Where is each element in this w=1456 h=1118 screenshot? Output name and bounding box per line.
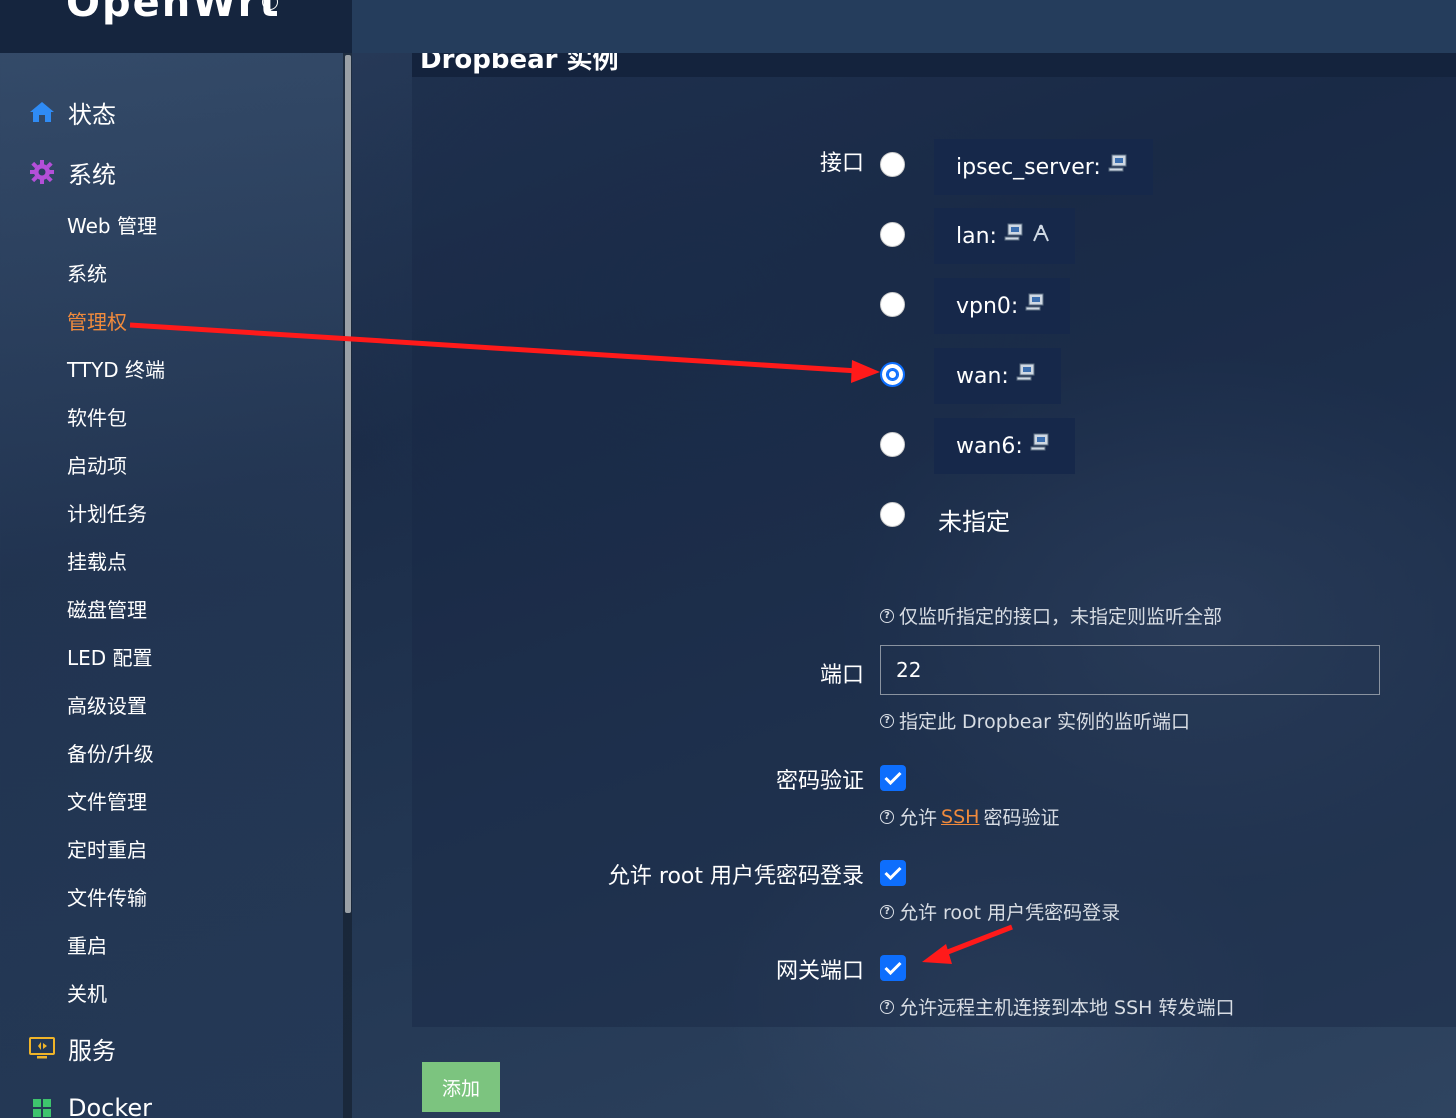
port-label: 端口 [819,663,864,688]
sidebar-scrollbar-thumb[interactable] [345,55,351,913]
interface-option-lan: lan: [934,208,1075,264]
password-auth-label: 密码验证 [775,769,864,794]
sidebar-subitem-system[interactable]: 系统 [67,259,107,289]
password-auth-checkbox[interactable] [880,765,906,791]
interface-option-ipsec-server: ipsec_server: [934,139,1153,195]
sidebar-item-label: 服务 [68,1036,116,1065]
interface-name: vpn0: [956,293,1019,319]
help-text: 密码验证 [983,807,1060,829]
gear-icon [28,158,56,186]
services-icon [28,1034,56,1062]
sidebar-subitem-web-admin[interactable]: Web 管理 [67,211,157,241]
interface-option-wan: wan: [934,348,1061,404]
home-icon [28,98,56,126]
sidebar-item-services[interactable]: 服务 [28,1028,116,1068]
gateway-ports-checkbox[interactable] [880,955,906,981]
help-text: 允许远程主机连接到本地 SSH 转发端口 [899,997,1235,1019]
password-auth-help: ? 允许 SSH 密码验证 [880,803,1059,830]
sidebar-subitem-reboot[interactable]: 重启 [67,931,107,961]
interface-label: 接口 [819,151,864,176]
help-text: 允许 [899,807,938,829]
sidebar-subitem-startup[interactable]: 启动项 [67,451,127,481]
interface-name: wan6: [956,433,1023,459]
sidebar-item-system[interactable]: 系统 [28,152,116,192]
checkmark-icon [884,961,902,975]
interface-name: lan: [956,223,997,249]
help-text: 允许 root 用户凭密码登录 [899,902,1121,924]
brand-logo[interactable]: OpenWrt [66,0,281,26]
network-icon [997,223,1025,249]
section-title: Dropbear 实例 [420,53,619,75]
sidebar-subitem-scheduled-tasks[interactable]: 计划任务 [67,499,147,529]
interface-name: wan: [956,363,1009,389]
sidebar-item-docker[interactable]: Docker [28,1088,152,1118]
root-password-login-help: ? 允许 root 用户凭密码登录 [880,898,1120,925]
interface-radio-unspecified[interactable] [880,502,905,527]
interface-option-wan6: wan6: [934,418,1075,474]
sidebar-subitem-shutdown[interactable]: 关机 [67,979,107,1009]
sidebar-item-label: 系统 [68,160,116,189]
wireless-icon [1025,223,1051,249]
help-icon: ? [880,809,894,824]
interface-option-unspecified: 未指定 [938,508,1010,536]
sidebar-item-label: 状态 [68,100,116,129]
sidebar-subitem-backup-upgrade[interactable]: 备份/升级 [67,739,154,769]
interface-option-vpn0: vpn0: [934,278,1071,334]
interface-radio-vpn0[interactable] [880,292,905,317]
root-password-login-checkbox[interactable] [880,860,906,886]
root-password-login-label: 允许 root 用户凭密码登录 [607,864,864,889]
help-text: 仅监听指定的接口，未指定则监听全部 [899,606,1223,628]
interface-radio-ipsec-server[interactable] [880,152,905,177]
interface-help: ? 仅监听指定的接口，未指定则监听全部 [880,602,1222,629]
port-help: ? 指定此 Dropbear 实例的监听端口 [880,707,1190,734]
ssh-link[interactable]: SSH [941,806,979,828]
interface-radio-lan[interactable] [880,222,905,247]
sidebar-subitem-administration[interactable]: 管理权 [67,307,127,337]
interface-radio-wan6[interactable] [880,432,905,457]
help-icon: ? [880,904,894,919]
sidebar-subitem-led-config[interactable]: LED 配置 [67,643,153,673]
help-icon: ? [880,608,894,623]
sidebar-subitem-disk-management[interactable]: 磁盘管理 [67,595,147,625]
sidebar-item-status[interactable]: 状态 [28,92,116,132]
sidebar-subitem-packages[interactable]: 软件包 [67,403,127,433]
section-header: Dropbear 实例 [412,53,1456,77]
gateway-ports-help: ? 允许远程主机连接到本地 SSH 转发端口 [880,993,1235,1020]
sidebar-subitem-file-transfer[interactable]: 文件传输 [67,883,147,913]
sidebar-subitem-advanced-settings[interactable]: 高级设置 [67,691,147,721]
interface-name: ipsec_server: [956,154,1101,180]
add-button[interactable]: 添加 [422,1062,500,1112]
sidebar-subitem-mount-points[interactable]: 挂载点 [67,547,127,577]
sidebar-subitem-ttyd[interactable]: TTYD 终端 [67,355,165,385]
network-icon [1023,433,1051,459]
sidebar [0,53,352,1118]
docker-icon [28,1094,56,1118]
network-icon [1009,363,1037,389]
help-icon: ? [880,713,894,728]
sidebar-subitem-scheduled-reboot[interactable]: 定时重启 [67,835,147,865]
checkmark-icon [884,771,902,785]
help-icon: ? [880,999,894,1014]
checkmark-icon [884,866,902,880]
interface-radio-wan[interactable] [880,362,905,387]
network-icon [1101,154,1129,180]
network-icon [1018,293,1046,319]
help-text: 指定此 Dropbear 实例的监听端口 [899,711,1190,733]
sidebar-item-label: Docker [68,1094,153,1118]
sidebar-subitem-file-manager[interactable]: 文件管理 [67,787,147,817]
brand-area: OpenWrt [0,0,352,53]
gateway-ports-label: 网关端口 [775,959,864,984]
port-input[interactable] [880,645,1380,695]
